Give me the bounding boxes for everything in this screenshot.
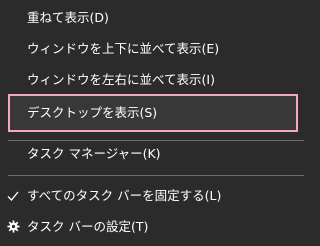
menu-item-label: デスクトップを表示(S) <box>27 105 158 120</box>
menu-item-label: ウィンドウを上下に並べて表示(E) <box>27 41 220 56</box>
menu-item-taskbar-settings[interactable]: タスク バーの設定(T) <box>0 214 312 240</box>
menu-item-label: ウィンドウを左右に並べて表示(I) <box>27 72 215 87</box>
gear-icon <box>4 214 22 240</box>
menu-item-cascade[interactable]: 重ねて表示(D) <box>0 5 312 31</box>
taskbar-context-menu: 重ねて表示(D) ウィンドウを上下に並べて表示(E) ウィンドウを左右に並べて表… <box>0 0 312 246</box>
checkmark-icon <box>4 183 22 209</box>
menu-item-label: タスク マネージャー(K) <box>27 146 161 161</box>
menu-item-label: 重ねて表示(D) <box>27 10 109 25</box>
menu-item-label: タスク バーの設定(T) <box>27 219 149 234</box>
menu-item-label: すべてのタスク バーを固定する(L) <box>27 188 222 203</box>
menu-item-lock-taskbars[interactable]: すべてのタスク バーを固定する(L) <box>0 183 312 209</box>
menu-item-show-desktop[interactable]: デスクトップを表示(S) <box>10 100 296 126</box>
menu-separator <box>8 175 304 176</box>
menu-item-task-manager[interactable]: タスク マネージャー(K) <box>0 141 312 167</box>
menu-item-stack[interactable]: ウィンドウを上下に並べて表示(E) <box>0 36 312 62</box>
menu-item-side-by-side[interactable]: ウィンドウを左右に並べて表示(I) <box>0 67 312 93</box>
